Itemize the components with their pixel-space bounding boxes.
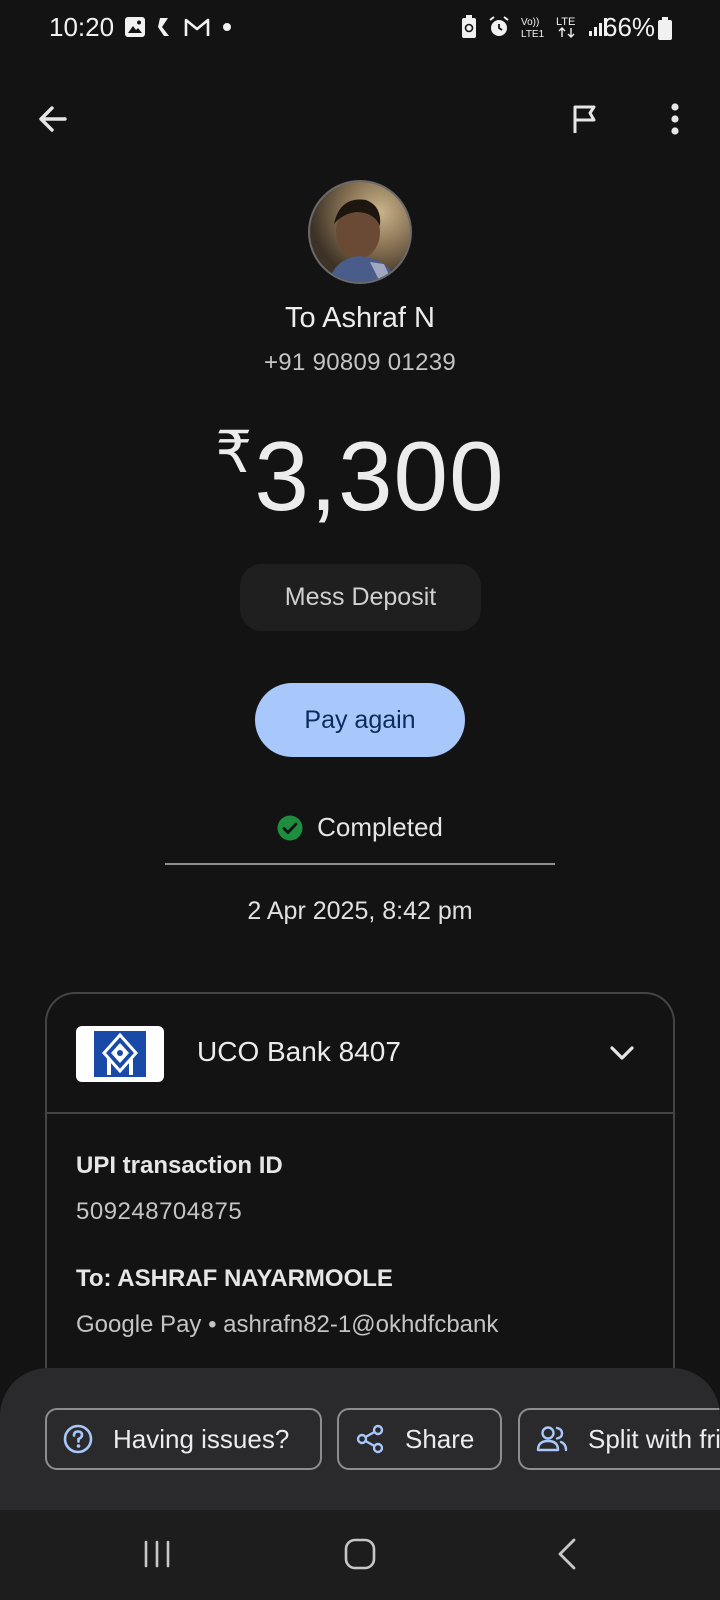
home-icon bbox=[344, 1538, 376, 1570]
payment-note: Mess Deposit bbox=[240, 564, 481, 631]
upi-transaction-id-value: 509248704875 bbox=[76, 1198, 243, 1225]
gmail-icon bbox=[184, 17, 210, 42]
group-icon bbox=[536, 1424, 568, 1454]
help-icon bbox=[63, 1424, 93, 1454]
lte-icon: LTE bbox=[555, 15, 579, 44]
recipient-phone: +91 90809 01239 bbox=[263, 349, 457, 376]
more-options-button[interactable] bbox=[652, 96, 698, 142]
bank-name: UCO Bank 8407 bbox=[197, 1036, 401, 1067]
svg-text:LTE1: LTE1 bbox=[521, 29, 545, 39]
system-back-button[interactable] bbox=[550, 1536, 586, 1577]
transaction-datetime: 2 Apr 2025, 8:42 pm bbox=[247, 897, 473, 925]
share-button[interactable]: Share bbox=[337, 1408, 502, 1470]
payment-app-icon bbox=[156, 16, 174, 43]
back-button[interactable] bbox=[30, 96, 76, 142]
battery-percentage: 66% bbox=[603, 12, 656, 42]
volte-icon: Vo)) LTE1 bbox=[520, 15, 546, 44]
status-bar: 10:20 Vo)) LTE1 LTE 66% bbox=[0, 0, 720, 56]
battery-icon bbox=[657, 17, 673, 46]
report-flag-button[interactable] bbox=[562, 96, 608, 142]
pay-again-button[interactable]: Pay again bbox=[255, 683, 465, 757]
share-icon bbox=[355, 1424, 385, 1454]
chevron-down-icon bbox=[607, 1038, 637, 1073]
currency-symbol: ₹ bbox=[215, 420, 253, 485]
check-circle-icon bbox=[277, 815, 303, 840]
share-label: Share bbox=[405, 1423, 475, 1454]
upi-transaction-id-label: UPI transaction ID bbox=[76, 1152, 283, 1179]
arrow-back-icon bbox=[39, 106, 67, 132]
bank-logo bbox=[76, 1026, 164, 1082]
system-icons: Vo)) LTE1 LTE bbox=[460, 15, 610, 44]
having-issues-label: Having issues? bbox=[113, 1423, 290, 1454]
more-vert-icon bbox=[671, 103, 679, 135]
amount-value: 3,300 bbox=[254, 421, 505, 531]
battery-saver-icon bbox=[460, 15, 478, 44]
status-time: 10:20 bbox=[49, 12, 115, 42]
split-with-friends-button[interactable]: Split with friends bbox=[518, 1408, 720, 1470]
back-chevron-icon bbox=[558, 1538, 576, 1570]
transaction-amount: ₹3,300 bbox=[0, 418, 720, 533]
gallery-icon bbox=[124, 16, 146, 43]
split-label: Split with friends bbox=[588, 1423, 720, 1454]
transaction-details-card: UCO Bank 8407 UPI transaction ID 5092487… bbox=[45, 992, 675, 1432]
bottom-action-bar: Having issues? Share Split with friends bbox=[0, 1368, 720, 1510]
recents-icon bbox=[144, 1540, 170, 1568]
status-label: Completed bbox=[317, 812, 443, 842]
home-button[interactable] bbox=[342, 1536, 378, 1577]
transaction-details-screen: 10:20 Vo)) LTE1 LTE 66% To Ashraf N +91 … bbox=[0, 0, 720, 1600]
recipient-avatar bbox=[308, 180, 412, 284]
transaction-status: Completed bbox=[0, 812, 720, 843]
flag-icon bbox=[573, 105, 596, 133]
payee-upi-id: Google Pay • ashrafn82-1@okhdfcbank bbox=[76, 1311, 499, 1338]
bank-account-row[interactable]: UCO Bank 8407 bbox=[47, 994, 673, 1114]
alarm-icon bbox=[487, 15, 511, 44]
system-navigation-bar bbox=[0, 1510, 720, 1600]
more-notifications-dot-icon bbox=[220, 20, 234, 39]
recipient-name: To Ashraf N bbox=[285, 302, 435, 334]
svg-text:Vo)): Vo)) bbox=[521, 17, 539, 28]
divider bbox=[165, 863, 555, 865]
notification-icons bbox=[124, 16, 234, 43]
recent-apps-button[interactable] bbox=[140, 1536, 176, 1577]
svg-text:LTE: LTE bbox=[556, 16, 575, 28]
payee-label: To: ASHRAF NAYARMOOLE bbox=[76, 1265, 393, 1292]
having-issues-button[interactable]: Having issues? bbox=[45, 1408, 322, 1470]
